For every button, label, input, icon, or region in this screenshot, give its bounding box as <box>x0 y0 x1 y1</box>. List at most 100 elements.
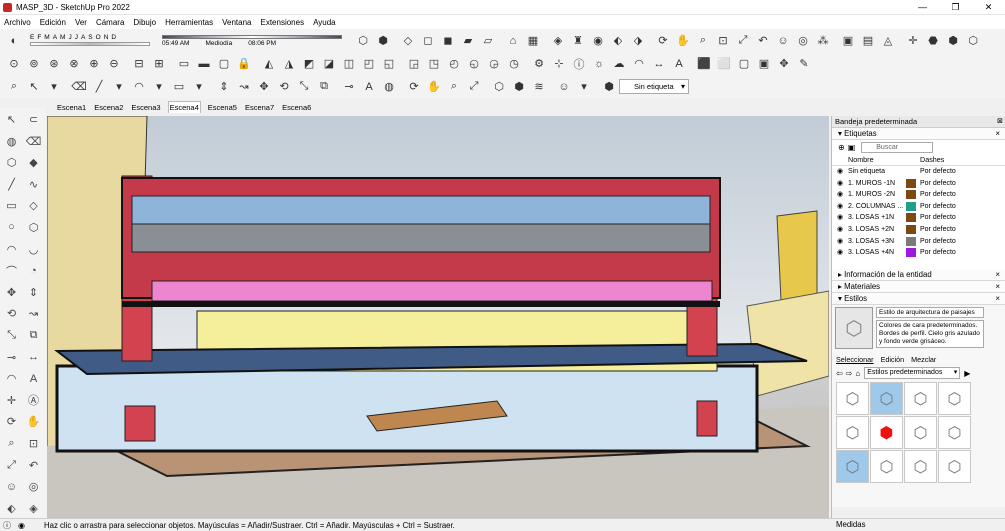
menu-dibujo[interactable]: Dibujo <box>133 18 156 27</box>
pie-icon[interactable]: ◔ <box>24 261 43 280</box>
forward-arrow-icon[interactable]: ⇨ <box>846 369 853 378</box>
position-camera-icon[interactable]: ◈ <box>549 32 567 50</box>
rect-tool-icon[interactable]: ▭ <box>2 196 21 215</box>
select-icon[interactable]: ↖ <box>25 78 43 96</box>
section-fill-icon[interactable]: ▬ <box>195 55 213 73</box>
extension-warehouse-icon[interactable]: ▦ <box>524 32 542 50</box>
model-info-icon[interactable]: ⓘ <box>570 55 588 73</box>
tag-color-swatch[interactable] <box>906 224 916 234</box>
section-display-icon[interactable]: ▭ <box>175 55 193 73</box>
shaded-style-icon[interactable]: ▰ <box>459 32 477 50</box>
zoom-previous-left-icon[interactable]: ↶ <box>24 456 43 475</box>
zoom-window-left-icon[interactable]: ⊡ <box>24 434 43 453</box>
stamp-icon[interactable]: ◪ <box>320 55 338 73</box>
offset-tool-icon[interactable]: ⧉ <box>24 326 43 345</box>
sandbox-scratch-icon[interactable]: ◮ <box>280 55 298 73</box>
left-view-icon[interactable]: ◵ <box>465 55 483 73</box>
paint-bucket-tool-icon[interactable]: ◍ <box>2 132 21 151</box>
style-collection-select[interactable]: Estilos predeterminados <box>864 367 961 379</box>
scene-tab-6[interactable]: Escena6 <box>281 102 312 113</box>
style-swatch[interactable]: ⬡ <box>904 416 937 449</box>
visibility-eye-icon[interactable]: ◉ <box>832 212 848 224</box>
lock-icon[interactable]: 🔒 <box>235 55 253 73</box>
style-swatch[interactable]: ⬡ <box>938 382 971 415</box>
tag-row[interactable]: ◉ 3. LOSAS +2N Por defecto <box>832 224 1005 236</box>
entity-info-section-header[interactable]: ▸ Información de la entidad × <box>832 269 1005 281</box>
select-tool-icon[interactable]: ↖ <box>2 110 21 129</box>
zoom-window-icon[interactable]: ⊡ <box>714 32 732 50</box>
push-pull-icon[interactable]: ⇕ <box>215 78 233 96</box>
styles-close-icon[interactable]: × <box>995 293 1000 305</box>
lasso-icon[interactable]: ⊂ <box>24 110 43 129</box>
orbit-tool-icon[interactable]: ⟳ <box>405 78 423 96</box>
details-arrow-icon[interactable]: ▶ <box>964 369 970 378</box>
walk-left-icon[interactable]: ☺ <box>2 477 21 496</box>
explode-icon[interactable]: ▣ <box>755 55 773 73</box>
tag-row[interactable]: ◉ 1. MUROS -1N Por defecto <box>832 178 1005 190</box>
style-swatch[interactable]: ⬡ <box>938 450 971 483</box>
menu-extensiones[interactable]: Extensiones <box>260 18 304 27</box>
solid-tools-icon[interactable]: ⬛ <box>695 55 713 73</box>
rectangle-icon[interactable]: ▭ <box>170 78 188 96</box>
footprints-icon[interactable]: ⁂ <box>814 32 832 50</box>
zoom-extents-icon[interactable]: ⤢ <box>734 32 752 50</box>
time-slider[interactable] <box>162 34 342 39</box>
rotated-rect-icon[interactable]: ◇ <box>24 196 43 215</box>
smoove-icon[interactable]: ◩ <box>300 55 318 73</box>
tag-row[interactable]: ◉ Sin etiqueta Por defecto <box>832 166 1005 178</box>
back-arrow-icon[interactable]: ⇦ <box>836 369 843 378</box>
scene-tab-2[interactable]: Escena2 <box>93 102 124 113</box>
move-icon[interactable]: ✥ <box>775 55 793 73</box>
style-swatch[interactable]: ⬢ <box>870 416 903 449</box>
tags-section-header[interactable]: ▾ Etiquetas × <box>832 128 1005 140</box>
tag-color-swatch[interactable] <box>906 178 916 188</box>
component-options-icon[interactable]: ⬣ <box>924 32 942 50</box>
tag-color-swatch[interactable] <box>906 213 916 223</box>
orbit-left-icon[interactable]: ⟳ <box>2 412 21 431</box>
outer-shell-icon[interactable]: ⊙ <box>5 55 23 73</box>
layers-icon[interactable]: ≋ <box>530 78 548 96</box>
rotate-icon[interactable]: ⟲ <box>275 78 293 96</box>
visibility-eye-icon[interactable]: ◉ <box>832 166 848 178</box>
styles-section-header[interactable]: ▾ Estilos × <box>832 293 1005 305</box>
user-icon[interactable]: ☺ <box>555 78 573 96</box>
maximize-button[interactable]: ❐ <box>939 0 972 15</box>
shadows-toggle-icon[interactable]: ◐ <box>5 32 23 50</box>
warehouse-icon[interactable]: ⌂ <box>504 32 522 50</box>
menu-archivo[interactable]: Archivo <box>4 18 31 27</box>
visibility-eye-icon[interactable]: ◉ <box>832 224 848 236</box>
subtract-icon[interactable]: ⊖ <box>105 55 123 73</box>
look-eye-icon[interactable]: ◎ <box>794 32 812 50</box>
menu-ventana[interactable]: Ventana <box>222 18 251 27</box>
zoom-extents-tool-icon[interactable]: ⤢ <box>465 78 483 96</box>
tag-row[interactable]: ◉ 3. LOSAS +1N Por defecto <box>832 212 1005 224</box>
tag-color-swatch[interactable] <box>906 236 916 246</box>
section-cut-icon[interactable]: ⬗ <box>629 32 647 50</box>
axes-tool-icon[interactable]: ✛ <box>2 391 21 410</box>
dynamic-components-icon[interactable]: ⬡ <box>964 32 982 50</box>
text-label-icon[interactable]: A <box>24 369 43 388</box>
polygon-icon[interactable]: ⬡ <box>24 218 43 237</box>
wireframe-style-icon[interactable]: ◻ <box>419 32 437 50</box>
style-thumbnail[interactable]: ⬡ <box>835 307 873 349</box>
scale-tool-icon[interactable]: ⤡ <box>2 326 21 345</box>
tag-color-swatch[interactable] <box>906 248 916 258</box>
select-dropdown-icon[interactable]: ▾ <box>45 78 63 96</box>
layout-icon[interactable]: ▤ <box>859 32 877 50</box>
style-swatch[interactable]: ⬡ <box>836 416 869 449</box>
tag-row[interactable]: ◉ 1. MUROS -2N Por defecto <box>832 189 1005 201</box>
component-attributes-icon[interactable]: ⬢ <box>944 32 962 50</box>
move-tool-left-icon[interactable]: ✥ <box>2 283 21 302</box>
date-slider[interactable] <box>30 42 150 46</box>
scene-tab-3[interactable]: Escena3 <box>130 102 161 113</box>
entity-info-close-icon[interactable]: × <box>995 269 1000 281</box>
rectangle-dropdown-icon[interactable]: ▾ <box>190 78 208 96</box>
two-point-arc-icon[interactable]: ◡ <box>24 240 43 259</box>
add-folder-icon[interactable]: ▣ <box>848 143 856 152</box>
geolocation-icon[interactable]: ⊹ <box>550 55 568 73</box>
tag-tool-icon[interactable]: ◆ <box>24 153 43 172</box>
menu-ver[interactable]: Ver <box>75 18 87 27</box>
position-camera-left-icon[interactable]: ◈ <box>24 499 43 518</box>
tag-color-swatch[interactable] <box>906 167 916 176</box>
menu-herramientas[interactable]: Herramientas <box>165 18 213 27</box>
